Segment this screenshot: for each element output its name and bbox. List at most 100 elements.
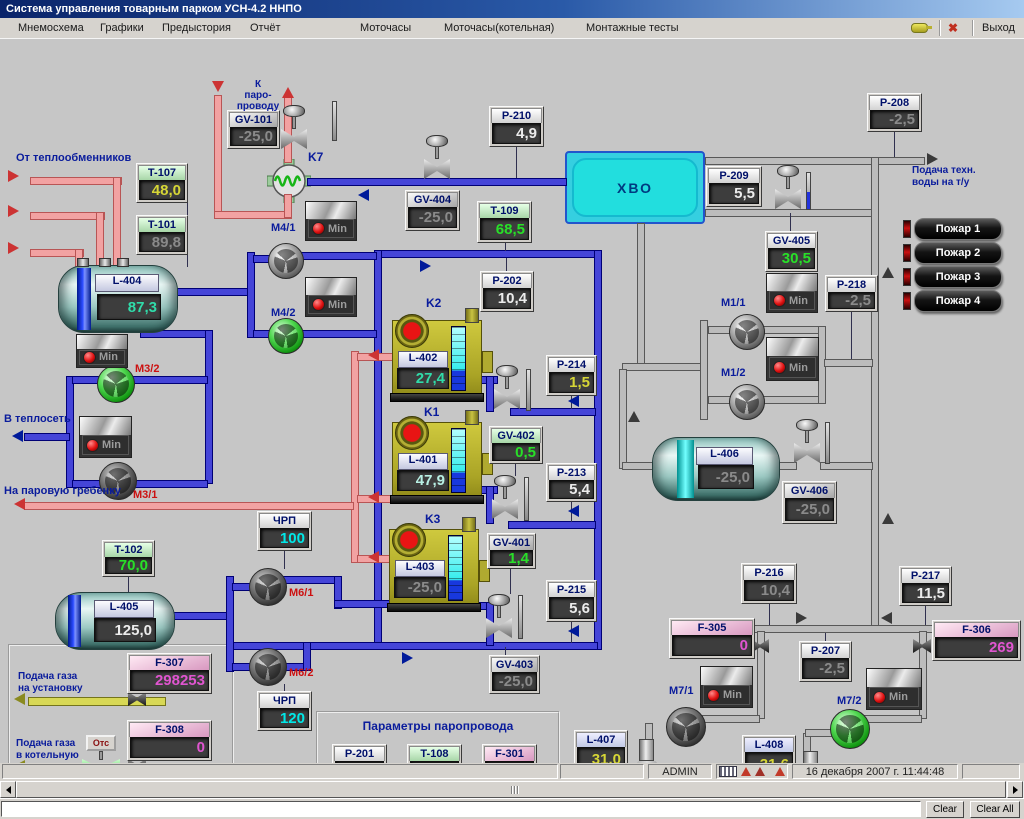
- display-f-308: F-308 0: [127, 720, 212, 761]
- pump-m7-2: [830, 709, 870, 749]
- display-label: GV-402: [491, 428, 541, 443]
- fire-button-row: Пожар 1: [903, 218, 1002, 240]
- flow-arrow: [882, 507, 894, 524]
- menu-separator: [939, 20, 940, 36]
- display-p-213: P-213 5,4: [546, 463, 597, 502]
- valve-stem: [292, 116, 296, 129]
- display-f-307: F-307 298253: [127, 653, 212, 694]
- display-gv-403: GV-403 -25,0: [489, 655, 540, 694]
- min-label: Min: [789, 294, 808, 307]
- pump-impeller-icon: [734, 389, 760, 415]
- text-label: паро-: [244, 90, 272, 101]
- display-value: 120: [260, 708, 309, 728]
- text-label: M6/1: [289, 587, 314, 599]
- display-value: 10,4: [483, 288, 531, 309]
- display-value: 298253: [130, 670, 209, 691]
- pipe: [377, 250, 602, 258]
- text-label: На паровую гребенку: [4, 485, 121, 497]
- pipe: [284, 194, 292, 218]
- burner-icon: [392, 523, 426, 557]
- tank-value: -25,0: [698, 465, 754, 489]
- fire-led-icon: [903, 292, 911, 310]
- sensor-line: [284, 551, 285, 569]
- text-label: в котельную: [16, 750, 79, 761]
- flow-arrow: [402, 652, 419, 664]
- menu-item-exit[interactable]: Выход: [982, 18, 1015, 38]
- menu-item-5[interactable]: Моточасы: [356, 18, 415, 38]
- valve-stem: [505, 376, 509, 389]
- fire-button-2[interactable]: Пожар 2: [914, 242, 1002, 264]
- scrollbar-thumb[interactable]: [16, 781, 1006, 798]
- text-label: K1: [424, 405, 440, 419]
- min-indicator-top: [306, 202, 356, 219]
- display-label: GV-403: [491, 657, 538, 672]
- menu-item-6[interactable]: Моточасы(котельная): [440, 18, 558, 38]
- display-label: P-214: [548, 357, 595, 372]
- display-p-207: P-207 -2,5: [799, 641, 852, 682]
- min-indicator: Min: [866, 668, 922, 710]
- text-label: M3/2: [135, 363, 160, 375]
- clear-button[interactable]: Clear: [926, 801, 964, 818]
- min-indicator: Min: [79, 416, 132, 458]
- ots-button[interactable]: Отс: [86, 735, 116, 751]
- display-value: -25,0: [230, 127, 277, 146]
- text-label: M3/1: [133, 489, 158, 501]
- clear-all-button[interactable]: Clear All: [970, 801, 1020, 818]
- display-value: -25,0: [492, 672, 537, 691]
- menu-item-1[interactable]: Мнемосхема: [14, 18, 88, 38]
- pipe: [205, 330, 213, 484]
- menu-bar: ✖ Выход Мнемосхема Графики Предыстория Отчё…: [0, 18, 1024, 39]
- min-indicator-bottom: Min: [82, 435, 129, 455]
- fire-button-4[interactable]: Пожар 4: [914, 290, 1002, 312]
- valve-body-icon: [913, 639, 931, 653]
- display-value: 0: [130, 737, 209, 758]
- pipe: [762, 326, 822, 334]
- scroll-right-button[interactable]: [1007, 781, 1023, 798]
- pipe: [762, 396, 822, 404]
- tank-l-404: L-404 87,3: [58, 258, 178, 333]
- key-icon[interactable]: [911, 23, 932, 33]
- alarm-triangle-icon: [755, 767, 765, 776]
- menu-item-7[interactable]: Монтажные тесты: [582, 18, 683, 38]
- display-value: 30,5: [768, 248, 815, 269]
- status-bar: ADMIN 16 декабря 2007 г. 11:44:48: [0, 763, 1024, 781]
- pump-m6-1: [249, 568, 287, 606]
- fire-button-3[interactable]: Пожар 3: [914, 266, 1002, 288]
- text-label: M7/1: [669, 685, 694, 697]
- min-label: Min: [723, 689, 742, 702]
- text-label: M4/1: [271, 222, 296, 234]
- boiler-label: L-403: [395, 560, 445, 577]
- display-label: GV-405: [767, 233, 816, 248]
- menu-item-2[interactable]: Графики: [96, 18, 148, 38]
- pump-m4-1: [268, 243, 304, 279]
- pipe: [871, 157, 879, 633]
- valve-position-bar: [825, 422, 830, 464]
- pipe: [824, 359, 873, 367]
- display-p-209: P-209 5,5: [706, 166, 762, 207]
- menu-item-3[interactable]: Предыстория: [158, 18, 235, 38]
- funnel-stem: [639, 739, 654, 761]
- alarm-icon[interactable]: ✖: [948, 21, 958, 35]
- pipe: [113, 177, 121, 270]
- flow-arrow: [352, 189, 369, 201]
- scroll-left-button[interactable]: [0, 781, 16, 798]
- fire-button-1[interactable]: Пожар 1: [914, 218, 1002, 240]
- display-value: 4,9: [492, 123, 541, 144]
- status-user: ADMIN: [648, 764, 712, 779]
- text-label: проводу: [236, 101, 280, 112]
- menu-item-4[interactable]: Отчёт: [246, 18, 284, 38]
- message-field[interactable]: [1, 801, 921, 817]
- display-label: F-301: [484, 746, 535, 761]
- display-value: -25,0: [785, 498, 834, 521]
- valve-icon: [486, 594, 512, 640]
- min-red-lamp-icon: [773, 361, 786, 375]
- flow-arrow: [8, 170, 25, 182]
- display-label: P-213: [548, 465, 595, 480]
- horizontal-scrollbar[interactable]: [0, 781, 1024, 798]
- pipe: [175, 288, 253, 296]
- pump-impeller-icon: [103, 371, 129, 397]
- text-label: В теплосеть: [4, 413, 71, 425]
- pipe: [283, 576, 339, 584]
- fire-button-row: Пожар 4: [903, 290, 1002, 312]
- display-value: 269: [935, 637, 1018, 658]
